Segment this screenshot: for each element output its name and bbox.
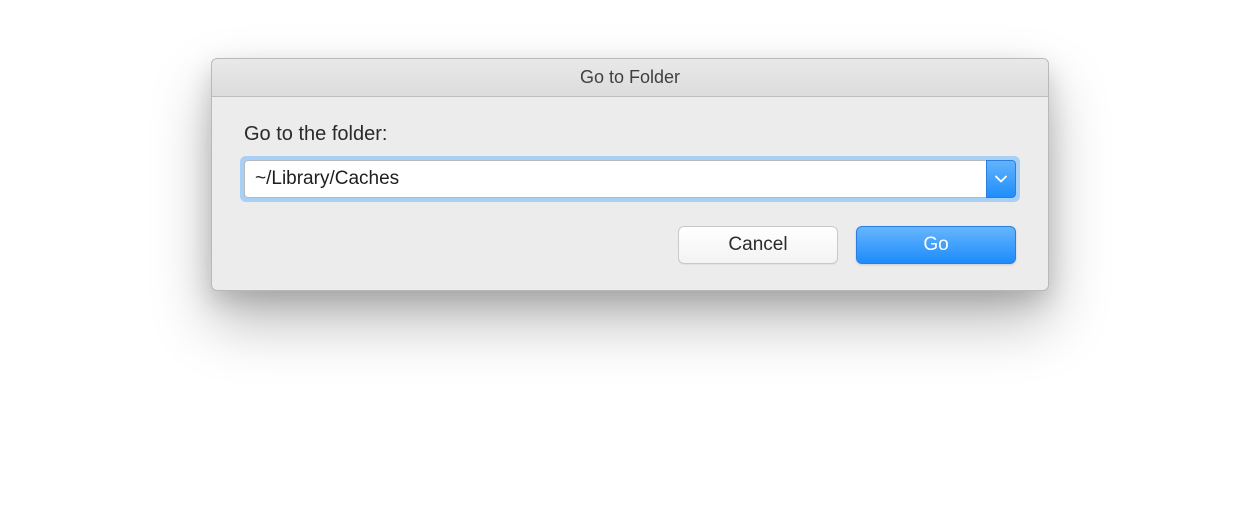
dialog-content: Go to the folder: Cancel Go [212, 97, 1048, 290]
folder-path-combo [244, 160, 1016, 198]
dialog-button-row: Cancel Go [244, 226, 1016, 264]
folder-path-label: Go to the folder: [244, 123, 1016, 146]
folder-path-input[interactable] [244, 160, 986, 198]
go-button[interactable]: Go [856, 226, 1016, 264]
cancel-button[interactable]: Cancel [678, 226, 838, 264]
dialog-titlebar: Go to Folder [212, 59, 1048, 97]
go-to-folder-dialog: Go to Folder Go to the folder: Cancel Go [211, 58, 1049, 291]
dialog-title: Go to Folder [580, 67, 680, 88]
folder-path-dropdown-button[interactable] [986, 160, 1016, 198]
chevron-down-icon [995, 175, 1007, 183]
folder-path-field-wrap [244, 160, 1016, 198]
